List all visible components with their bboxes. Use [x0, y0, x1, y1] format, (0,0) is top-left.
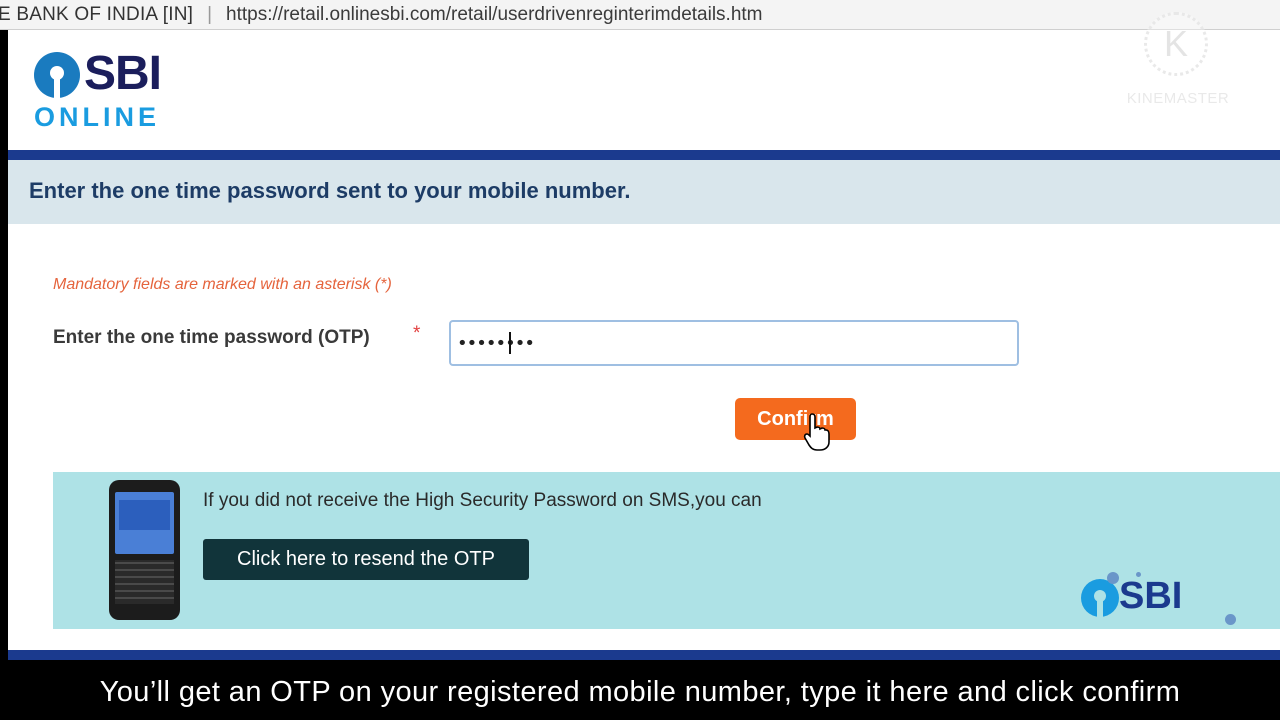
sbi-online-logo[interactable]: SBI ONLINE	[34, 47, 184, 132]
kinemaster-logo-icon: K	[1144, 12, 1208, 76]
decorative-dot	[1107, 572, 1119, 584]
otp-input[interactable]	[449, 320, 1019, 366]
hand-cursor-icon	[803, 413, 830, 451]
decorative-dot	[1136, 572, 1141, 577]
sbi-small-logo: SBI	[1081, 575, 1201, 617]
url-text[interactable]: https://retail.onlinesbi.com/retail/user…	[226, 4, 762, 26]
phone-keyboard	[115, 560, 174, 604]
sbi-small-logo-icon	[1081, 579, 1119, 617]
resend-info-text: If you did not receive the High Security…	[203, 490, 762, 511]
phone-screen	[115, 492, 174, 554]
sbi-otp-page: SBI ONLINE Enter the one time password s…	[8, 30, 1280, 660]
header: SBI ONLINE	[8, 30, 1280, 150]
decorative-dot	[1225, 614, 1236, 625]
sbi-logo-text: SBI	[84, 47, 162, 100]
sbi-small-logo-text: SBI	[1119, 575, 1183, 617]
kinemaster-text: KINEMASTER	[1126, 90, 1230, 107]
site-identity-label: E BANK OF INDIA [IN]	[0, 3, 194, 25]
page-heading-bar: Enter the one time password sent to your…	[8, 160, 1280, 224]
otp-label: Enter the one time password (OTP)	[53, 327, 370, 348]
resend-otp-button[interactable]: Click here to resend the OTP	[203, 539, 529, 580]
subtitle-bar: You’ll get an OTP on your registered mob…	[0, 666, 1280, 720]
sbi-online-text: ONLINE	[34, 102, 161, 132]
address-bar[interactable]: E BANK OF INDIA [IN] | https://retail.on…	[0, 0, 1280, 30]
phone-illustration-icon	[109, 480, 180, 620]
subtitle-text: You’ll get an OTP on your registered mob…	[99, 676, 1181, 708]
required-asterisk: *	[413, 323, 421, 344]
address-separator: |	[207, 3, 213, 25]
mandatory-note: Mandatory fields are marked with an aste…	[53, 276, 392, 293]
text-caret	[509, 332, 511, 354]
header-divider	[8, 150, 1280, 160]
resend-otp-panel: If you did not receive the High Security…	[53, 472, 1280, 629]
confirm-button[interactable]: Confirm	[735, 398, 856, 440]
page-title: Enter the one time password sent to your…	[29, 178, 631, 203]
footer-divider	[8, 650, 1280, 660]
kinemaster-watermark: K KINEMASTER	[1118, 8, 1238, 108]
sbi-logo-icon	[34, 52, 80, 98]
